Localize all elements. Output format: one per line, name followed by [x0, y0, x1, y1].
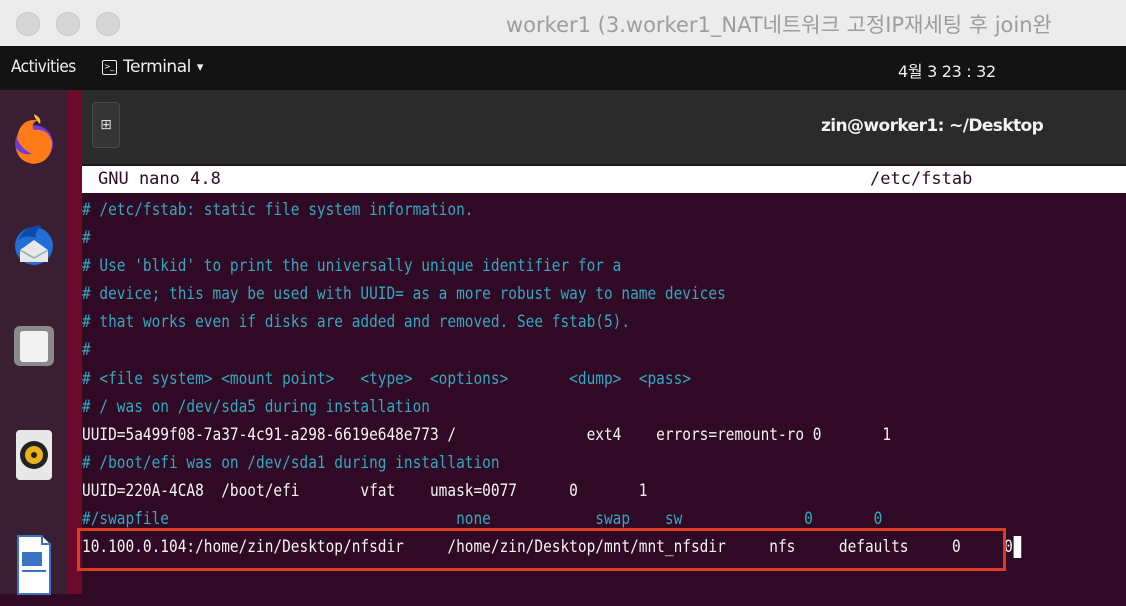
vm-window-title: worker1 (3.worker1_NAT네트워크 고정IP재세팅 후 joi…: [506, 13, 1052, 37]
libreoffice-writer-icon[interactable]: [12, 534, 56, 602]
window-minimize-button[interactable]: [56, 12, 80, 36]
firefox-icon[interactable]: [12, 108, 56, 176]
new-tab-icon: ⊞: [100, 117, 112, 133]
nano-filename: /etc/fstab: [870, 169, 973, 189]
editor-line: UUID=220A-4CA8 /boot/efi vfat umask=0077…: [82, 481, 648, 501]
vm-window-titlebar: worker1 (3.worker1_NAT네트워크 고정IP재세팅 후 joi…: [0, 0, 1126, 47]
terminal-app-icon: >_: [102, 59, 117, 75]
gnome-top-bar: Activities >_ Terminal ▾ 4월 3 23 : 32: [0, 46, 1126, 90]
window-close-button[interactable]: [16, 12, 40, 36]
nano-title-bar: GNU nano 4.8 /etc/fstab: [82, 166, 1126, 193]
rhythmbox-icon[interactable]: [12, 426, 56, 494]
editor-line: # Use 'blkid' to print the universally u…: [82, 256, 622, 276]
editor-line: # /boot/efi was on /dev/sda1 during inst…: [82, 453, 500, 473]
window-zoom-button[interactable]: [96, 12, 120, 36]
terminal-title: zin@worker1: ~/Desktop: [821, 116, 1044, 136]
editor-line: # / was on /dev/sda5 during installation: [82, 397, 430, 417]
activities-button[interactable]: Activities: [11, 57, 76, 77]
files-icon[interactable]: [12, 322, 56, 390]
clock[interactable]: 4월 3 23 : 32: [898, 58, 996, 82]
dock-edge: [68, 90, 82, 594]
new-tab-button[interactable]: ⊞: [92, 102, 120, 148]
nano-version: GNU nano 4.8: [98, 169, 221, 189]
editor-line: # device; this may be used with UUID= as…: [82, 284, 726, 304]
editor-line: UUID=5a499f08-7a37-4c91-a298-6619e648e77…: [82, 425, 892, 445]
chevron-down-icon: ▾: [196, 59, 204, 75]
thunderbird-icon[interactable]: [12, 210, 56, 278]
terminal-app-menu[interactable]: >_ Terminal ▾: [102, 57, 203, 77]
terminal-headerbar: ⊞ zin@worker1: ~/Desktop: [82, 90, 1126, 165]
editor-line: #: [82, 340, 91, 360]
editor-line: # that works even if disks are added and…: [82, 312, 631, 332]
editor-line: # /etc/fstab: static file system informa…: [82, 200, 474, 220]
terminal-app-menu-label: Terminal: [123, 57, 191, 77]
editor-line: #: [82, 228, 91, 248]
terminal-window: ⊞ zin@worker1: ~/Desktop GNU nano 4.8 /e…: [82, 90, 1126, 594]
editor-line: # <file system> <mount point> <type> <op…: [82, 369, 691, 389]
text-cursor: [1013, 536, 1022, 558]
highlight-annotation-box: [77, 528, 1006, 571]
